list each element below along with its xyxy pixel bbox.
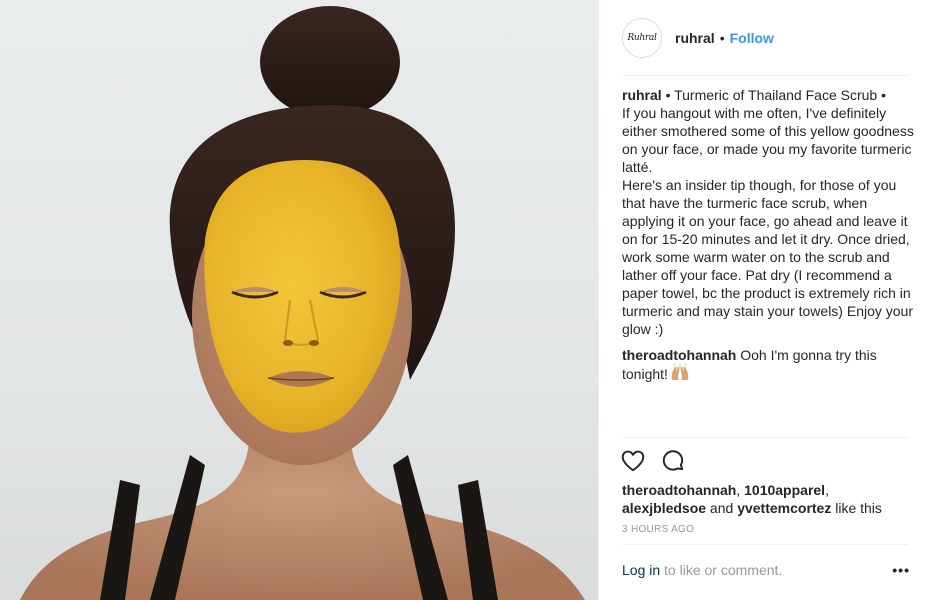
comment-icon[interactable] [660, 448, 686, 474]
liker-username[interactable]: theroadtohannah [622, 482, 736, 498]
header-divider [622, 75, 909, 76]
caption-text-block: ruhral • Turmeric of Thailand Face Scrub… [622, 86, 914, 338]
liker-username[interactable]: 1010apparel [744, 482, 825, 498]
login-link[interactable]: Log in [622, 562, 660, 578]
avatar-logo-text: Ruhral [627, 32, 657, 43]
caption-username[interactable]: ruhral [622, 87, 662, 103]
footer-divider [622, 544, 909, 545]
comments-list: ruhral • Turmeric of Thailand Face Scrub… [622, 86, 914, 394]
follow-button[interactable]: Follow [730, 30, 774, 46]
photo-illustration [20, 6, 585, 600]
comment-item: theroadtohannah Ooh I'm gonna try this t… [622, 346, 914, 386]
caption: ruhral • Turmeric of Thailand Face Scrub… [622, 86, 914, 338]
login-prompt-rest: to like or comment. [660, 562, 783, 578]
liker-username[interactable]: alexjbledsoe [622, 500, 706, 516]
actions-divider [622, 437, 909, 438]
login-prompt: Log in to like or comment. ••• [622, 561, 912, 579]
login-prompt-text: Log in to like or comment. [622, 561, 782, 579]
likes-separator: , [736, 482, 745, 498]
likes-separator: , [825, 482, 829, 498]
author-username[interactable]: ruhral [675, 30, 715, 46]
post-timestamp[interactable]: 3 HOURS AGO [622, 524, 694, 535]
likes-and: and [706, 500, 738, 516]
post-header: Ruhral ruhral • Follow [599, 0, 930, 75]
likes-suffix: like this [831, 500, 882, 516]
header-separator: • [719, 29, 725, 46]
more-options-icon[interactable]: ••• [892, 561, 910, 579]
comment-username[interactable]: theroadtohannah [622, 347, 736, 363]
likes-summary: theroadtohannah, 1010apparel, alexjbledso… [622, 481, 912, 517]
heart-icon[interactable] [620, 448, 646, 474]
action-bar [620, 447, 686, 475]
raising-hands-emoji-icon [670, 363, 690, 386]
post-photo[interactable] [0, 0, 598, 600]
avatar[interactable]: Ruhral [622, 17, 662, 58]
post-sidebar: Ruhral ruhral • Follow ruhral • Turmeric… [598, 0, 930, 600]
caption-text: • Turmeric of Thailand Face Scrub • If y… [622, 87, 914, 337]
comment-text-block: theroadtohannah Ooh I'm gonna try this t… [622, 346, 914, 386]
liker-username[interactable]: yvettemcortez [737, 500, 831, 516]
